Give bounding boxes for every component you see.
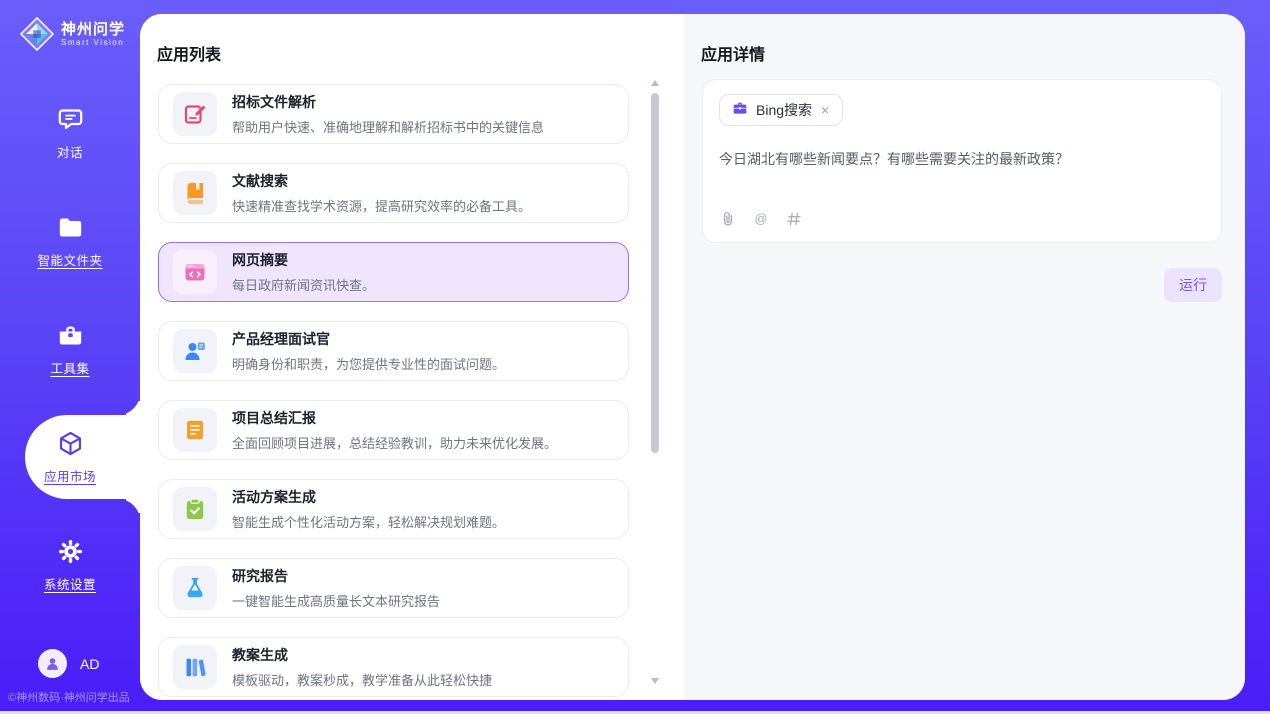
tab-notch-bottom <box>118 499 140 521</box>
sidebar-item-folder[interactable]: 智能文件夹 <box>0 187 140 295</box>
avatar[interactable] <box>38 649 67 678</box>
app-card-description: 一键智能生成高质量长文本研究报告 <box>232 591 440 610</box>
app-card-description: 快速精准查找学术资源，提高研究效率的必备工具。 <box>232 196 531 215</box>
input-toolbar: @ <box>719 210 1205 228</box>
active-tab-bubble <box>25 415 140 499</box>
briefcase-icon <box>732 100 748 121</box>
sidebar-item-chat[interactable]: 对话 <box>0 79 140 187</box>
app-card[interactable]: 项目总结汇报 全面回顾项目进展，总结经验教训，助力未来优化发展。 <box>158 400 629 460</box>
brand-name: 神州问学 <box>61 21 125 38</box>
scrollbar[interactable] <box>650 80 660 684</box>
folder-icon <box>57 214 84 241</box>
query-text[interactable]: 今日湖北有哪些新闻要点？有哪些需要关注的最新政策？ <box>719 149 1205 169</box>
scroll-up-arrow-icon[interactable] <box>651 80 659 86</box>
app-detail-title: 应用详情 <box>684 14 1245 65</box>
app-card-title: 网页摘要 <box>232 250 375 270</box>
app-card-description: 明确身份和职责，为您提供专业性的面试问题。 <box>232 354 505 373</box>
tool-tag-bing-search[interactable]: Bing搜索 × <box>719 94 843 126</box>
app-card-description: 每日政府新闻资讯快查。 <box>232 275 375 294</box>
brand: 神州问学 Smart Vision <box>0 0 140 51</box>
user-account[interactable]: AD <box>38 649 99 678</box>
app-card[interactable]: 网页摘要 每日政府新闻资讯快查。 <box>158 242 629 302</box>
research-icon <box>173 566 217 610</box>
app-card[interactable]: 文献搜索 快速精准查找学术资源，提高研究效率的必备工具。 <box>158 163 629 223</box>
app-list-title: 应用列表 <box>140 14 684 65</box>
app-card-title: 教案生成 <box>232 645 492 665</box>
sidebar-item-gear[interactable]: 系统设置 <box>0 511 140 619</box>
chat-icon <box>57 106 84 133</box>
app-list-panel: 应用列表 招标文件解析 帮助用户快速、准确地理解和解析招标书中的关键信息 文献搜… <box>140 14 684 700</box>
svg-text:@: @ <box>755 211 768 226</box>
sidebar-item-label: 工具集 <box>50 358 89 377</box>
diamond-logo-icon <box>20 17 54 51</box>
brand-subtitle: Smart Vision <box>61 38 125 47</box>
tool-tag-label: Bing搜索 <box>756 100 812 120</box>
scroll-down-arrow-icon[interactable] <box>651 678 659 684</box>
books-icon <box>173 645 217 689</box>
sidebar-item-label: 应用市场 <box>44 466 96 485</box>
toolbox-icon <box>57 322 84 349</box>
app-card-title: 项目总结汇报 <box>232 408 557 428</box>
run-button[interactable]: 运行 <box>1164 268 1222 302</box>
memo-icon <box>173 408 217 452</box>
paperclip-icon[interactable] <box>719 210 737 228</box>
app-card-title: 活动方案生成 <box>232 487 505 507</box>
sidebar-item-label: 系统设置 <box>44 574 96 593</box>
sidebar-nav: 对话 智能文件夹 工具集 应用市场 系统设置 <box>0 79 140 619</box>
hash-icon[interactable] <box>785 210 803 228</box>
user-initials: AD <box>80 656 99 672</box>
copyright-text: ©神州数码·神州问学出品 <box>8 689 130 705</box>
app-detail-panel: 应用详情 Bing搜索 × 今日湖北有哪些新闻要点？有哪些需要关注的最新政策？ … <box>684 14 1245 700</box>
sidebar: 神州问学 Smart Vision 对话 智能文件夹 工具集 应用市场 系统设置 <box>0 0 140 714</box>
app-card[interactable]: 产品经理面试官 明确身份和职责，为您提供专业性的面试问题。 <box>158 321 629 381</box>
gear-icon <box>57 538 84 565</box>
query-input-card[interactable]: Bing搜索 × 今日湖北有哪些新闻要点？有哪些需要关注的最新政策？ @ <box>702 79 1222 243</box>
interviewer-icon <box>173 329 217 373</box>
tab-notch-top <box>118 393 140 415</box>
app-card[interactable]: 招标文件解析 帮助用户快速、准确地理解和解析招标书中的关键信息 <box>158 84 629 144</box>
app-card-description: 帮助用户快速、准确地理解和解析招标书中的关键信息 <box>232 117 544 136</box>
sidebar-item-label: 智能文件夹 <box>37 250 102 269</box>
browser-code-icon <box>173 250 217 294</box>
document-edit-icon <box>173 92 217 136</box>
cube-icon <box>57 430 84 457</box>
scrollbar-thumb[interactable] <box>651 93 659 453</box>
sidebar-item-toolbox[interactable]: 工具集 <box>0 295 140 403</box>
book-icon <box>173 171 217 215</box>
app-card[interactable]: 教案生成 模板驱动，教案秒成，教学准备从此轻松快捷 <box>158 637 629 697</box>
app-card-description: 智能生成个性化活动方案，轻松解决规划难题。 <box>232 512 505 531</box>
app-card-title: 产品经理面试官 <box>232 329 505 349</box>
app-card-title: 文献搜索 <box>232 171 531 191</box>
app-card-description: 模板驱动，教案秒成，教学准备从此轻松快捷 <box>232 670 492 689</box>
at-icon[interactable]: @ <box>752 210 770 228</box>
clipboard-check-icon <box>173 487 217 531</box>
content-panel: 应用列表 招标文件解析 帮助用户快速、准确地理解和解析招标书中的关键信息 文献搜… <box>140 14 1245 700</box>
app-card-title: 招标文件解析 <box>232 92 544 112</box>
app-card-description: 全面回顾项目进展，总结经验教训，助力未来优化发展。 <box>232 433 557 452</box>
sidebar-item-label: 对话 <box>57 142 83 161</box>
sidebar-item-cube[interactable]: 应用市场 <box>0 403 140 511</box>
close-icon[interactable]: × <box>820 103 830 117</box>
app-list: 招标文件解析 帮助用户快速、准确地理解和解析招标书中的关键信息 文献搜索 快速精… <box>158 76 629 700</box>
app-card[interactable]: 活动方案生成 智能生成个性化活动方案，轻松解决规划难题。 <box>158 479 629 539</box>
app-card-title: 研究报告 <box>232 566 440 586</box>
app-card[interactable]: 研究报告 一键智能生成高质量长文本研究报告 <box>158 558 629 618</box>
